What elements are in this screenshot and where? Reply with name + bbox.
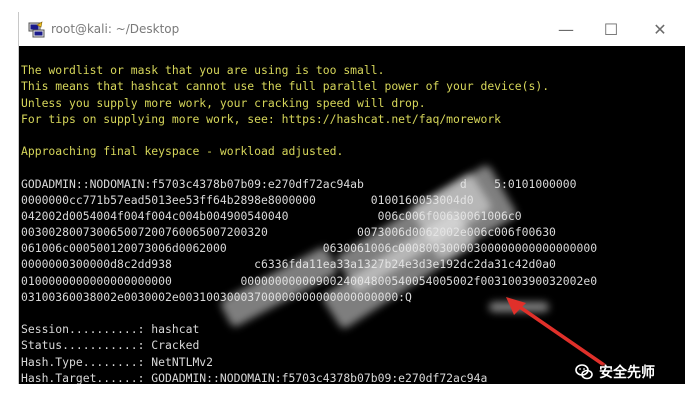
- red-arrow-annotation: [506, 297, 606, 367]
- terminal-line: This means that hashcat cannot use the f…: [21, 79, 550, 94]
- terminal-line: 042002d0054004f004f004c004b004900540040 …: [21, 208, 522, 223]
- terminal-line: GODADMIN::NODOMAIN:f5703c4378b07b09:e270…: [21, 176, 577, 191]
- maximize-icon: ☐: [603, 19, 619, 39]
- putty-icon: [28, 21, 45, 38]
- terminal-line: Hash.Target......: GODADMIN::NODOMAIN:f5…: [21, 370, 488, 384]
- terminal-line: For tips on supplying more work, see: ht…: [21, 111, 502, 126]
- watermark: 安全先师: [575, 360, 655, 384]
- terminal-scrollbar[interactable]: [674, 46, 685, 384]
- maximize-button[interactable]: ☐: [596, 18, 626, 40]
- terminal-line: Approaching final keyspace - workload ad…: [21, 144, 344, 159]
- terminal-line: The wordlist or mask that you are using …: [21, 63, 385, 78]
- minimize-button[interactable]: —: [551, 18, 581, 40]
- terminal-line: Unless you supply more work, your cracki…: [21, 95, 426, 110]
- screenshot-page: root@kali: ~/Desktop — ☐ ✕ The wordlist …: [0, 0, 685, 401]
- window-title: root@kali: ~/Desktop: [51, 22, 180, 36]
- minimize-icon: —: [558, 19, 574, 39]
- title-bar: root@kali: ~/Desktop — ☐ ✕: [19, 12, 685, 46]
- terminal-line: 0000000cc771b57ead5013ee53ff64b2898e8000…: [21, 192, 474, 207]
- wechat-icon: [575, 364, 593, 380]
- watermark-text: 安全先师: [599, 365, 655, 381]
- terminal-line: 003002800730065007200760065007200320 007…: [21, 225, 556, 240]
- close-button[interactable]: ✕: [645, 18, 675, 40]
- close-icon: ✕: [653, 19, 667, 39]
